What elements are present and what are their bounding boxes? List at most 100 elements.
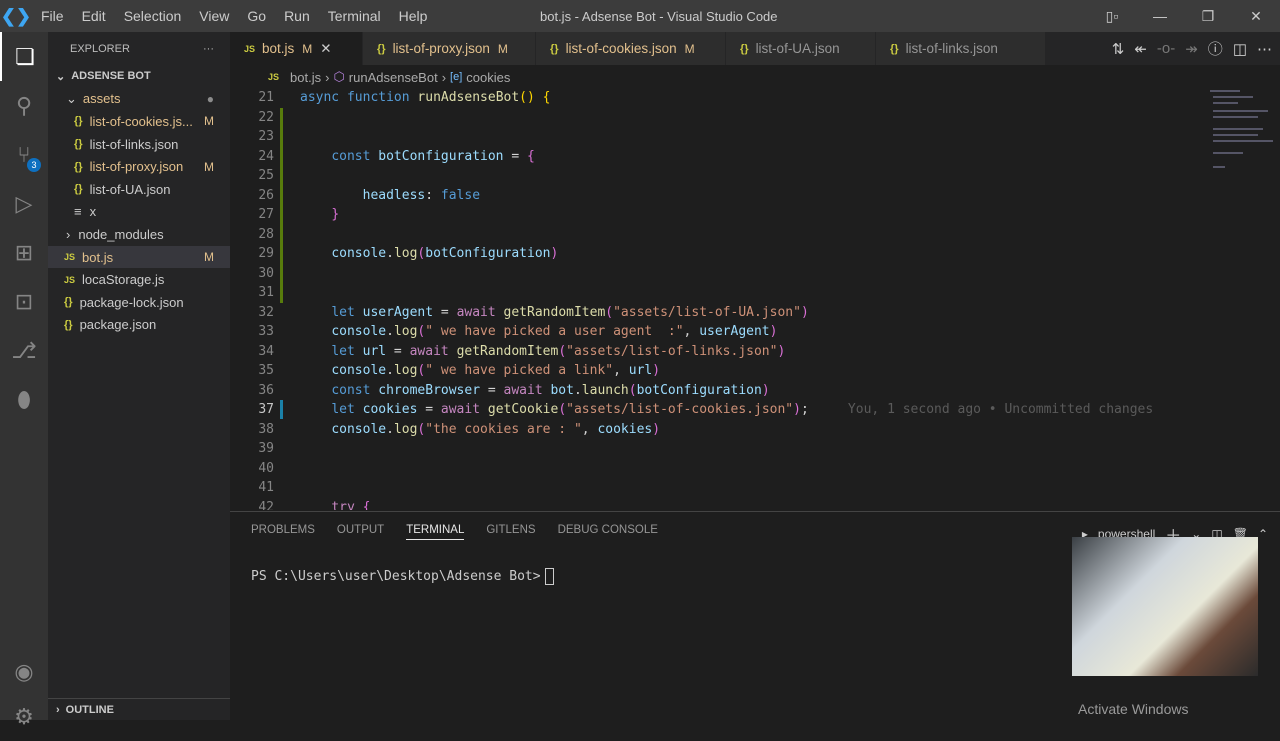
gitlens-icon[interactable]: ⎇ bbox=[0, 326, 48, 375]
run-debug-icon[interactable]: ▷ bbox=[0, 179, 48, 228]
source-control-icon[interactable]: ⑂ 3 bbox=[0, 130, 48, 179]
breadcrumb-file[interactable]: bot.js bbox=[290, 70, 321, 85]
line-number: 25 bbox=[258, 168, 274, 183]
split-editor-icon[interactable]: ◫ bbox=[1233, 40, 1247, 58]
tree-item[interactable]: ≡ x bbox=[48, 201, 230, 224]
line-text: console.log("the cookies are : ", cookie… bbox=[300, 420, 660, 440]
line-number: 36 bbox=[258, 382, 274, 398]
panel-tab-terminal[interactable]: TERMINAL bbox=[406, 524, 465, 540]
restore-button[interactable]: ❐ bbox=[1184, 0, 1232, 32]
code-line: 33 console.log(" we have picked a user a… bbox=[230, 322, 1205, 342]
tree-item[interactable]: {} list-of-cookies.js... M bbox=[48, 110, 230, 133]
menu-file[interactable]: File bbox=[41, 8, 64, 24]
json-file-icon: {} bbox=[550, 42, 559, 55]
code-line: 28 bbox=[230, 225, 1205, 245]
code-token: try bbox=[331, 499, 363, 511]
panel-tab-output[interactable]: OUTPUT bbox=[337, 524, 384, 536]
code-token: = bbox=[386, 343, 410, 359]
breadcrumb-function[interactable]: runAdsenseBot bbox=[349, 70, 438, 85]
code-token: log bbox=[393, 421, 418, 437]
code-line: 22 bbox=[230, 108, 1205, 128]
close-tab-icon[interactable]: ✕ bbox=[320, 41, 331, 57]
tab-label: list-of-links.json bbox=[905, 41, 998, 56]
menu-go[interactable]: Go bbox=[247, 8, 266, 24]
tree-item[interactable]: {} package-lock.json bbox=[48, 291, 230, 314]
tree-item[interactable]: {} list-of-proxy.json M bbox=[48, 155, 230, 178]
explorer-icon[interactable]: ❏ bbox=[0, 32, 48, 81]
code-token: ) bbox=[769, 324, 778, 339]
menu-run[interactable]: Run bbox=[284, 8, 310, 24]
line-number: 21 bbox=[258, 90, 274, 105]
chevron-right-icon: › bbox=[56, 703, 60, 716]
account-icon[interactable]: ◉ bbox=[0, 647, 48, 696]
code-line: 30 bbox=[230, 264, 1205, 284]
close-window-button[interactable]: ✕ bbox=[1232, 0, 1280, 32]
file-lines-icon: ≡ bbox=[74, 204, 82, 220]
line-number: 35 bbox=[258, 363, 274, 378]
code-token: . bbox=[386, 246, 394, 261]
code-token: { bbox=[362, 499, 371, 511]
line-number: 38 bbox=[258, 421, 274, 437]
tree-item[interactable]: {} package.json bbox=[48, 314, 230, 337]
panel-tab-gitlens[interactable]: GITLENS bbox=[486, 524, 535, 536]
tree-item[interactable]: ⌄ assets ● bbox=[48, 88, 230, 111]
breadcrumb-variable[interactable]: cookies bbox=[466, 70, 510, 85]
next-revision-icon[interactable]: ↠ bbox=[1185, 40, 1198, 58]
code-token: ) bbox=[652, 363, 661, 378]
code-token: getCookie bbox=[487, 402, 559, 417]
line-number: 23 bbox=[258, 129, 274, 144]
tab-list-of-cookies-json[interactable]: {} list-of-cookies.json M bbox=[536, 32, 726, 65]
code-token: bot bbox=[550, 382, 574, 398]
maximize-panel-icon[interactable]: ⌃ bbox=[1258, 527, 1268, 541]
more-actions-icon[interactable]: ··· bbox=[203, 43, 214, 55]
code-line: 38 console.log("the cookies are : ", coo… bbox=[230, 420, 1205, 440]
breadcrumb: JS bot.js › ⬡ runAdsenseBot › [e] cookies bbox=[230, 65, 1280, 89]
menu-selection[interactable]: Selection bbox=[124, 8, 182, 24]
tree-item-label: locaStorage.js bbox=[82, 272, 165, 288]
project-folder[interactable]: ⌄ ADSENSE BOT bbox=[48, 65, 230, 88]
tree-item[interactable]: {} list-of-links.json bbox=[48, 133, 230, 156]
minimap[interactable] bbox=[1205, 88, 1280, 178]
tab-bot-js[interactable]: JS bot.js M ✕ bbox=[230, 32, 363, 65]
tab-list-of-proxy-json[interactable]: {} list-of-proxy.json M bbox=[363, 32, 536, 65]
gitlens-toggle-icon[interactable]: ⓘ bbox=[1208, 38, 1223, 59]
menu-edit[interactable]: Edit bbox=[82, 8, 106, 24]
code-token: launch bbox=[581, 382, 629, 398]
panel-tab-problems[interactable]: PROBLEMS bbox=[251, 524, 315, 536]
tree-item[interactable]: {} list-of-UA.json bbox=[48, 178, 230, 201]
code-token: url bbox=[628, 363, 653, 378]
breadcrumb-separator: › bbox=[441, 69, 447, 85]
outline-section[interactable]: › OUTLINE bbox=[48, 698, 230, 720]
mongodb-icon[interactable]: ⬮ bbox=[0, 375, 48, 424]
menu-view[interactable]: View bbox=[199, 8, 229, 24]
code-token: . bbox=[386, 363, 394, 378]
code-line: 21 async function runAdsenseBot() { bbox=[230, 88, 1205, 108]
git-commit-icon[interactable]: -o- bbox=[1157, 40, 1175, 57]
tree-item-label: x bbox=[89, 204, 97, 220]
tree-item-label: list-of-proxy.json bbox=[89, 159, 184, 175]
layout-icon[interactable]: ▯▫ bbox=[1088, 0, 1136, 32]
extensions-icon[interactable]: ⊞ bbox=[0, 228, 48, 277]
menu-terminal[interactable]: Terminal bbox=[328, 8, 381, 24]
previous-revision-icon[interactable]: ↞ bbox=[1134, 40, 1147, 58]
open-changes-icon[interactable]: ⇅ bbox=[1112, 40, 1125, 58]
tree-item[interactable]: JS bot.js M bbox=[48, 245, 230, 269]
panel-tab-debug-console[interactable]: DEBUG CONSOLE bbox=[558, 524, 658, 536]
code-token: ) bbox=[550, 246, 559, 261]
line-text: try { bbox=[300, 498, 370, 511]
settings-gear-icon[interactable]: ⚙ bbox=[0, 692, 48, 741]
menu-help[interactable]: Help bbox=[399, 8, 428, 24]
tab-list-of-links-json[interactable]: {} list-of-links.json bbox=[876, 32, 1046, 65]
title-bar: ❮❯ File Edit Selection View Go Run Terminal Hel… bbox=[0, 0, 1280, 32]
more-icon[interactable]: ⋯ bbox=[1257, 40, 1272, 58]
tree-item[interactable]: › node_modules bbox=[48, 223, 230, 246]
remote-explorer-icon[interactable]: ⊡ bbox=[0, 277, 48, 326]
search-icon[interactable]: ⚲ bbox=[0, 81, 48, 130]
code-editor[interactable]: 21 async function runAdsenseBot() {22 23 24… bbox=[230, 88, 1205, 510]
tab-list-of-UA-json[interactable]: {} list-of-UA.json bbox=[726, 32, 876, 65]
tree-item[interactable]: JS locaStorage.js bbox=[48, 268, 230, 291]
minimize-button[interactable]: — bbox=[1136, 0, 1184, 32]
code-line: 29 console.log(botConfiguration) bbox=[230, 244, 1205, 264]
